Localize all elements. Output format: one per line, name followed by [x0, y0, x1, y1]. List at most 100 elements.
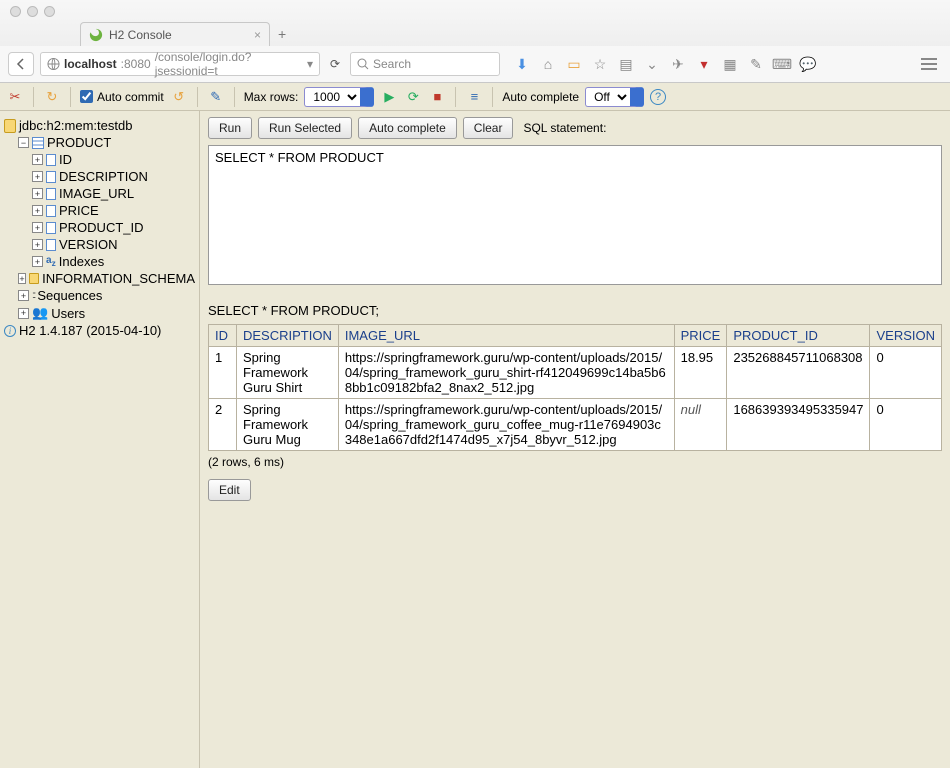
sql-input[interactable] [208, 145, 942, 285]
url-input[interactable]: localhost:8080/console/login.do?jsession… [40, 52, 320, 76]
table-row[interactable]: 2 Spring Framework Guru Mug https://spri… [209, 399, 942, 451]
column-icon [46, 239, 56, 251]
new-tab-button[interactable]: + [270, 22, 294, 46]
auto-commit-checkbox[interactable]: Auto commit [80, 90, 164, 104]
tree-col-id[interactable]: + ID [4, 151, 195, 168]
expand-icon[interactable]: + [18, 290, 29, 301]
auto-complete-button[interactable]: Auto complete [358, 117, 457, 139]
expand-icon[interactable]: + [32, 239, 43, 250]
tab-title: H2 Console [109, 28, 172, 42]
tree-col-version[interactable]: +VERSION [4, 236, 195, 253]
search-input[interactable]: Search [350, 52, 500, 76]
reload-button[interactable]: ⟳ [326, 57, 344, 71]
expand-icon[interactable]: + [32, 222, 43, 233]
indexes-label: Indexes [59, 254, 105, 269]
col-header-product-id[interactable]: PRODUCT_ID [727, 325, 870, 347]
tree-indexes[interactable]: +azIndexes [4, 253, 195, 270]
auto-complete-select[interactable]: Off [585, 87, 644, 107]
help-icon[interactable]: ? [650, 89, 666, 105]
col-header-id[interactable]: ID [209, 325, 237, 347]
expand-icon[interactable]: + [32, 256, 43, 267]
tree-col-image-url[interactable]: + IMAGE_URL [4, 185, 195, 202]
collapse-icon[interactable]: − [18, 137, 29, 148]
cell-product-id: 235268845711068308 [727, 347, 870, 399]
separator [492, 87, 493, 107]
back-button[interactable] [8, 52, 34, 76]
run-selected-icon[interactable]: ⟳ [404, 88, 422, 106]
cell-id: 1 [209, 347, 237, 399]
null-value: null [681, 402, 701, 417]
expand-icon[interactable]: + [32, 205, 43, 216]
cell-image-url: https://springframework.guru/wp-content/… [338, 399, 674, 451]
stop-icon[interactable]: ■ [428, 88, 446, 106]
tree-col-price[interactable]: +PRICE [4, 202, 195, 219]
menu-button[interactable] [916, 53, 942, 75]
download-icon[interactable]: ⬇ [514, 56, 530, 72]
send-icon[interactable]: ✈ [670, 56, 686, 72]
cell-price: null [674, 399, 727, 451]
pocket-icon[interactable]: ⌄ [644, 56, 660, 72]
chat-icon[interactable]: 💬 [800, 56, 816, 72]
spring-favicon-icon [89, 28, 103, 42]
col-label: ID [59, 152, 72, 167]
sidebar: jdbc:h2:mem:testdb − PRODUCT + ID + DESCRI… [0, 111, 200, 768]
browser-tab[interactable]: H2 Console × [80, 22, 270, 46]
disconnect-icon[interactable]: ✂ [6, 88, 24, 106]
cell-id: 2 [209, 399, 237, 451]
tree-users[interactable]: +👥Users [4, 304, 195, 322]
expand-icon[interactable]: + [18, 273, 26, 284]
minimize-window-icon[interactable] [27, 6, 38, 17]
col-label: IMAGE_URL [59, 186, 134, 201]
globe-icon [47, 57, 60, 71]
run-selected-button[interactable]: Run Selected [258, 117, 352, 139]
keyboard-icon[interactable]: ⌨ [774, 56, 790, 72]
tree-info-schema[interactable]: +INFORMATION_SCHEMA [4, 270, 195, 287]
brush-icon[interactable]: ✎ [748, 56, 764, 72]
tab-close-icon[interactable]: × [254, 28, 261, 42]
auto-commit-input[interactable] [80, 90, 93, 103]
cell-price: 18.95 [674, 347, 727, 399]
url-dropdown-icon[interactable]: ▾ [307, 57, 313, 71]
cell-product-id: 168639393495335947 [727, 399, 870, 451]
separator [70, 87, 71, 107]
star-icon[interactable]: ☆ [592, 56, 608, 72]
db-connection[interactable]: jdbc:h2:mem:testdb [4, 117, 195, 134]
folder-icon [29, 273, 39, 284]
col-header-price[interactable]: PRICE [674, 325, 727, 347]
clear-button[interactable]: Clear [463, 117, 514, 139]
expand-icon[interactable]: + [32, 154, 43, 165]
maximize-window-icon[interactable] [44, 6, 55, 17]
max-rows-select[interactable]: 1000 [304, 87, 374, 107]
col-label: DESCRIPTION [59, 169, 148, 184]
folder-icon[interactable]: ▭ [566, 56, 582, 72]
run-button[interactable]: Run [208, 117, 252, 139]
tree-table-product[interactable]: − PRODUCT [4, 134, 195, 151]
column-icon [46, 222, 56, 234]
list-icon[interactable]: ▤ [618, 56, 634, 72]
home-icon[interactable]: ⌂ [540, 56, 556, 72]
expand-icon[interactable]: + [32, 188, 43, 199]
grid-icon[interactable]: ▦ [722, 56, 738, 72]
table-row[interactable]: 1 Spring Framework Guru Shirt https://sp… [209, 347, 942, 399]
search-icon [357, 58, 369, 70]
separator [197, 87, 198, 107]
tree-col-description[interactable]: + DESCRIPTION [4, 168, 195, 185]
rollback-icon[interactable]: ✎ [207, 88, 225, 106]
history-icon[interactable]: ≡ [465, 88, 483, 106]
expand-icon[interactable]: + [32, 171, 43, 182]
col-header-image-url[interactable]: IMAGE_URL [338, 325, 674, 347]
col-header-version[interactable]: VERSION [870, 325, 942, 347]
tree-sequences[interactable]: +:::Sequences [4, 287, 195, 304]
row-summary: (2 rows, 6 ms) [208, 455, 942, 469]
refresh-icon[interactable]: ↻ [43, 88, 61, 106]
commit-icon[interactable]: ↺ [170, 88, 188, 106]
expand-icon[interactable]: + [18, 308, 29, 319]
run-icon[interactable]: ▶ [380, 88, 398, 106]
close-window-icon[interactable] [10, 6, 21, 17]
pdf-icon[interactable]: ▾ [696, 56, 712, 72]
col-header-description[interactable]: DESCRIPTION [237, 325, 339, 347]
address-bar-row: localhost:8080/console/login.do?jsession… [0, 46, 950, 82]
edit-button[interactable]: Edit [208, 479, 251, 501]
auto-complete-label: Auto complete [502, 90, 579, 104]
tree-col-product-id[interactable]: +PRODUCT_ID [4, 219, 195, 236]
